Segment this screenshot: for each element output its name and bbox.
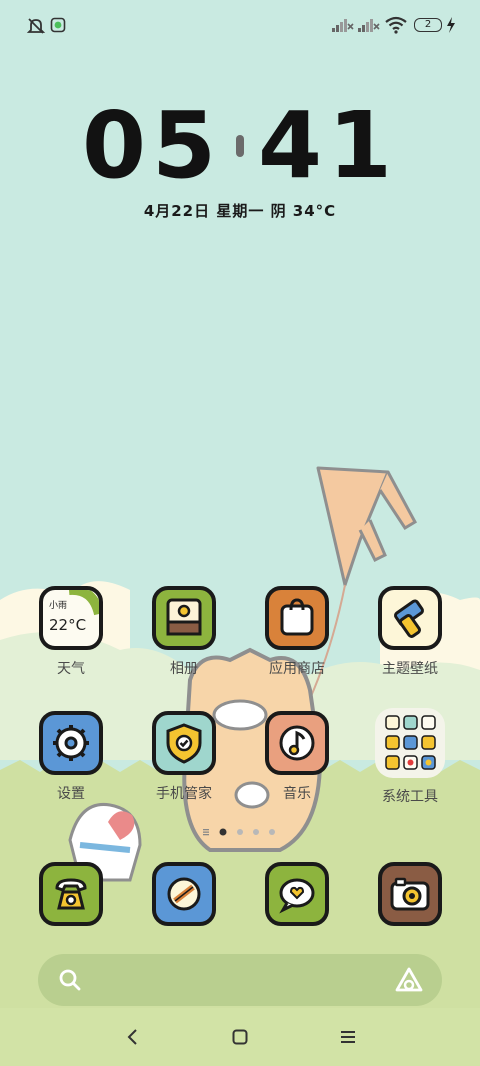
app-gallery[interactable]: 相册	[134, 586, 234, 678]
app-store[interactable]: 应用商店	[247, 586, 347, 678]
camera-icon	[378, 862, 442, 926]
app-label: 主题壁纸	[382, 661, 438, 677]
clock-hours: 05	[81, 92, 222, 199]
app-label: 设置	[57, 786, 85, 802]
bolt-icon	[447, 17, 455, 33]
assistant-icon[interactable]	[394, 966, 424, 994]
app-label: 天气	[57, 661, 85, 677]
app-notification-icon	[50, 17, 66, 33]
menu-icon[interactable]	[339, 1028, 357, 1046]
browser-icon	[152, 862, 216, 926]
dock-camera[interactable]	[360, 862, 460, 926]
page-indicator-menu-icon	[203, 829, 209, 836]
page-dot[interactable]	[237, 829, 243, 835]
weather-icon: 小雨 22°C	[39, 586, 103, 650]
search-icon[interactable]	[58, 968, 82, 992]
app-store-icon	[265, 586, 329, 650]
navigation-bar	[0, 1008, 480, 1066]
app-themes[interactable]: 主题壁纸	[360, 586, 460, 678]
home-icon[interactable]	[231, 1028, 249, 1046]
app-label: 系统工具	[382, 789, 438, 805]
wifi-icon	[385, 16, 407, 34]
app-music[interactable]: 音乐	[247, 711, 347, 803]
app-label: 应用商店	[269, 661, 325, 677]
app-label: 相册	[170, 661, 198, 677]
folder-icon	[375, 708, 445, 778]
app-security[interactable]: 手机管家	[134, 711, 234, 803]
signal-1-icon	[332, 19, 354, 32]
bell-off-icon	[26, 18, 46, 34]
weather-condition: 小雨	[49, 601, 68, 611]
app-settings[interactable]: 设置	[21, 711, 121, 803]
clock-minutes: 41	[258, 92, 399, 199]
battery-indicator: 2	[414, 18, 442, 32]
battery-level: 2	[424, 19, 432, 30]
clock-widget[interactable]: 05 41 4月22日 星期一 阴 34°C	[0, 100, 480, 221]
status-bar: 2	[0, 12, 480, 40]
search-bar[interactable]	[38, 954, 442, 1006]
page-dot[interactable]	[253, 829, 259, 835]
page-dot-active[interactable]	[219, 828, 227, 836]
dock-messages[interactable]	[247, 862, 347, 926]
app-weather[interactable]: 小雨 22°C 天气	[21, 586, 121, 678]
clock-time: 05 41	[0, 100, 480, 192]
signal-2-icon	[358, 19, 380, 32]
dock-phone[interactable]	[21, 862, 121, 926]
themes-icon	[378, 586, 442, 650]
clock-date: 4月22日 星期一 阴 34°C	[143, 202, 337, 220]
settings-icon	[39, 711, 103, 775]
messages-icon	[265, 862, 329, 926]
folder-system-tools[interactable]: 系统工具	[360, 708, 460, 806]
security-icon	[152, 711, 216, 775]
phone-icon	[39, 862, 103, 926]
app-label: 音乐	[283, 786, 311, 802]
gallery-icon	[152, 586, 216, 650]
clock-separator	[236, 134, 244, 157]
page-dot[interactable]	[269, 829, 275, 835]
back-icon[interactable]	[124, 1028, 142, 1046]
dock-browser[interactable]	[134, 862, 234, 926]
page-indicator[interactable]	[200, 826, 280, 838]
music-icon	[265, 711, 329, 775]
app-label: 手机管家	[156, 786, 212, 802]
weather-temperature: 22°C	[49, 616, 87, 634]
